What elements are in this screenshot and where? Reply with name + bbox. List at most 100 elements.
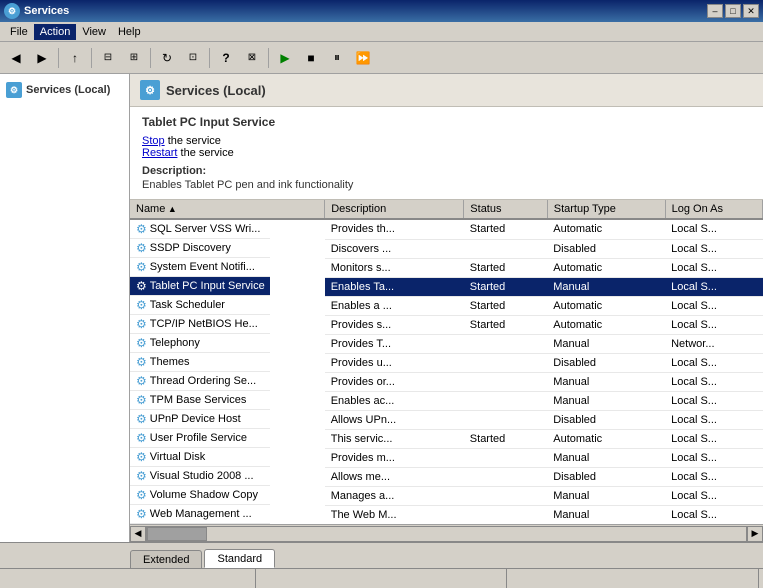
refresh-button[interactable]: ↻ xyxy=(155,46,179,70)
maximize-button[interactable]: □ xyxy=(725,4,741,18)
row-logon: Local S... xyxy=(665,353,762,372)
desc-text: Enables Tablet PC pen and ink functional… xyxy=(142,179,751,191)
row-startup-type: Automatic xyxy=(547,429,665,448)
row-service-name: Task Scheduler xyxy=(150,299,225,311)
table-row[interactable]: ⚙Web Management ...The Web M...ManualLoc… xyxy=(130,505,763,524)
col-description[interactable]: Description xyxy=(325,200,464,219)
pause-service-button[interactable]: ⏸ xyxy=(325,46,349,70)
restart-service-link[interactable]: Restart xyxy=(142,147,177,159)
new-window-button[interactable]: ⊠ xyxy=(240,46,264,70)
toolbar-sep-3 xyxy=(150,48,151,68)
menu-help[interactable]: Help xyxy=(112,24,147,40)
row-status xyxy=(464,334,547,353)
table-row[interactable]: ⚙SQL Server VSS Wri...Provides th...Star… xyxy=(130,219,763,239)
menu-file[interactable]: File xyxy=(4,24,34,40)
row-logon: Local S... xyxy=(665,467,762,486)
scroll-left-button[interactable]: ◀ xyxy=(130,526,146,542)
table-row[interactable]: ⚙Visual Studio 2008 ...Allows me...Disab… xyxy=(130,467,763,486)
row-startup-type: Manual xyxy=(547,448,665,467)
row-service-icon: ⚙ xyxy=(136,336,147,350)
row-startup-type: Manual xyxy=(547,372,665,391)
row-logon: Local S... xyxy=(665,410,762,429)
scroll-track[interactable] xyxy=(146,526,747,542)
row-startup-type: Manual xyxy=(547,334,665,353)
row-startup-type: Manual xyxy=(547,277,665,296)
row-service-icon: ⚙ xyxy=(136,431,147,445)
show-console-button[interactable]: ⊟ xyxy=(96,46,120,70)
tab-extended[interactable]: Extended xyxy=(130,550,202,568)
row-service-icon: ⚙ xyxy=(136,393,147,407)
scroll-right-button[interactable]: ▶ xyxy=(747,526,763,542)
resume-service-button[interactable]: ⏩ xyxy=(351,46,375,70)
start-service-button[interactable]: ▶ xyxy=(273,46,297,70)
row-service-icon: ⚙ xyxy=(136,222,147,236)
export-button[interactable]: ⊡ xyxy=(181,46,205,70)
table-row[interactable]: ⚙Task SchedulerEnables a ...StartedAutom… xyxy=(130,296,763,315)
service-detail: Tablet PC Input Service Stop the service… xyxy=(130,107,763,200)
table-row[interactable]: ⚙Tablet PC Input ServiceEnables Ta...Sta… xyxy=(130,277,763,296)
table-row[interactable]: ⚙Virtual DiskProvides m...ManualLocal S.… xyxy=(130,448,763,467)
selected-service-title: Tablet PC Input Service xyxy=(142,115,751,129)
service-links: Stop the service Restart the service xyxy=(142,135,751,159)
row-description: Manages a... xyxy=(325,486,464,505)
row-status xyxy=(464,391,547,410)
services-table-container[interactable]: Name Description Status Startup Type Log… xyxy=(130,200,763,524)
row-status xyxy=(464,353,547,372)
window-controls[interactable]: – □ ✕ xyxy=(707,4,759,18)
toolbar-sep-2 xyxy=(91,48,92,68)
table-row[interactable]: ⚙System Event Notifi...Monitors s...Star… xyxy=(130,258,763,277)
title-bar: ⚙ Services – □ ✕ xyxy=(0,0,763,22)
menu-bar: File Action View Help xyxy=(0,22,763,42)
row-logon: Networ... xyxy=(665,334,762,353)
table-row[interactable]: ⚙Thread Ordering Se...Provides or...Manu… xyxy=(130,372,763,391)
row-logon: Local S... xyxy=(665,296,762,315)
table-row[interactable]: ⚙TCP/IP NetBIOS He...Provides s...Starte… xyxy=(130,315,763,334)
row-service-name: Telephony xyxy=(150,337,200,349)
up-button[interactable]: ↑ xyxy=(63,46,87,70)
row-service-icon: ⚙ xyxy=(136,488,147,502)
stop-service-link[interactable]: Stop xyxy=(142,135,165,147)
table-row[interactable]: ⚙TPM Base ServicesEnables ac...ManualLoc… xyxy=(130,391,763,410)
properties-button[interactable]: ⊞ xyxy=(122,46,146,70)
table-row[interactable]: ⚙User Profile ServiceThis servic...Start… xyxy=(130,429,763,448)
back-button[interactable]: ◀ xyxy=(4,46,28,70)
row-description: Enables Ta... xyxy=(325,277,464,296)
table-row[interactable]: ⚙Volume Shadow CopyManages a...ManualLoc… xyxy=(130,486,763,505)
col-status[interactable]: Status xyxy=(464,200,547,219)
row-logon: Local S... xyxy=(665,429,762,448)
row-logon: Local S... xyxy=(665,372,762,391)
table-row[interactable]: ⚙ThemesProvides u...DisabledLocal S... xyxy=(130,353,763,372)
tab-standard[interactable]: Standard xyxy=(204,549,275,568)
row-service-name: TCP/IP NetBIOS He... xyxy=(150,318,258,330)
table-row[interactable]: ⚙SSDP DiscoveryDiscovers ...DisabledLoca… xyxy=(130,239,763,258)
menu-action[interactable]: Action xyxy=(34,24,77,40)
scroll-thumb[interactable] xyxy=(147,527,207,541)
status-section-1 xyxy=(4,569,256,588)
col-name[interactable]: Name xyxy=(130,200,325,219)
minimize-button[interactable]: – xyxy=(707,4,723,18)
desc-label: Description: xyxy=(142,165,751,177)
table-row[interactable]: ⚙UPnP Device HostAllows UPn...DisabledLo… xyxy=(130,410,763,429)
row-status xyxy=(464,372,547,391)
horizontal-scrollbar[interactable]: ◀ ▶ xyxy=(130,524,763,542)
row-startup-type: Disabled xyxy=(547,467,665,486)
help-button[interactable]: ? xyxy=(214,46,238,70)
row-service-name: Tablet PC Input Service xyxy=(150,280,265,292)
row-description: Provides m... xyxy=(325,448,464,467)
row-service-icon: ⚙ xyxy=(136,450,147,464)
row-service-icon: ⚙ xyxy=(136,412,147,426)
row-logon: Local S... xyxy=(665,277,762,296)
sidebar-header[interactable]: ⚙ Services (Local) xyxy=(4,78,125,106)
row-service-icon: ⚙ xyxy=(136,317,147,331)
menu-view[interactable]: View xyxy=(76,24,112,40)
row-logon: Local S... xyxy=(665,315,762,334)
table-row[interactable]: ⚙TelephonyProvides T...ManualNetwor... xyxy=(130,334,763,353)
stop-service-button[interactable]: ■ xyxy=(299,46,323,70)
close-button[interactable]: ✕ xyxy=(743,4,759,18)
col-startup[interactable]: Startup Type xyxy=(547,200,665,219)
forward-button[interactable]: ▶ xyxy=(30,46,54,70)
status-section-2 xyxy=(256,569,508,588)
row-description: Provides s... xyxy=(325,315,464,334)
col-logon[interactable]: Log On As xyxy=(665,200,762,219)
row-description: Enables a ... xyxy=(325,296,464,315)
